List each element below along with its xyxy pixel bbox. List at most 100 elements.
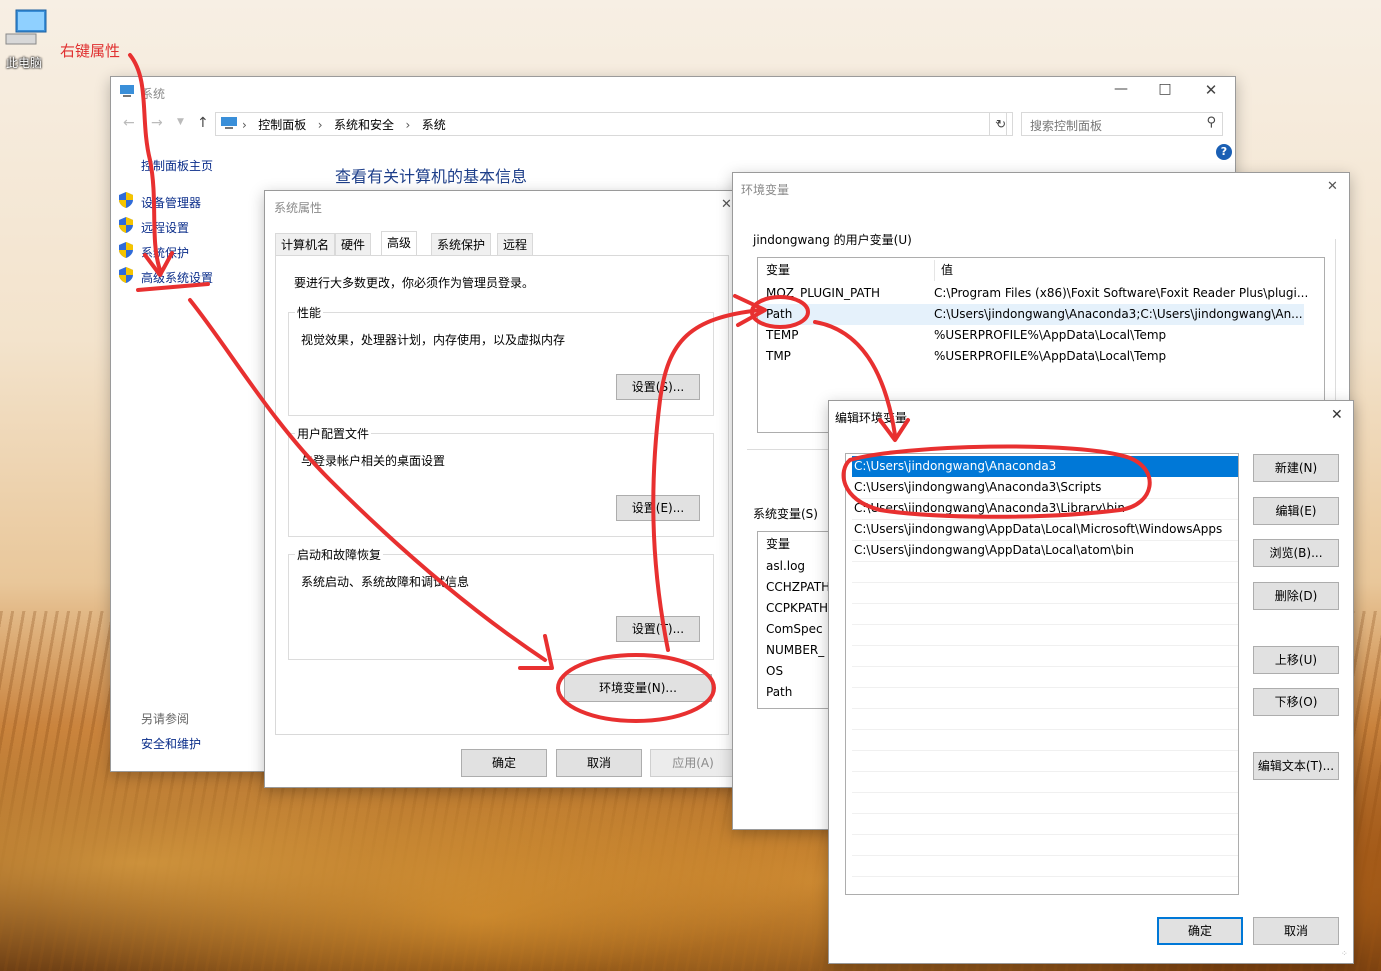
new-button[interactable]: 新建(N) xyxy=(1253,454,1339,482)
shield-icon xyxy=(119,242,133,258)
var-name: TEMP xyxy=(766,328,799,342)
startup-recovery-settings-button[interactable]: 设置(T)... xyxy=(616,616,700,642)
sidebar-item-label: 远程设置 xyxy=(141,221,190,235)
see-also-security-link[interactable]: 安全和维护 xyxy=(141,735,201,752)
list-item-empty[interactable] xyxy=(852,561,1238,583)
user-profile-title: 用户配置文件 xyxy=(295,425,372,442)
system-properties-title: 系统属性 xyxy=(274,201,323,215)
user-profile-settings-button[interactable]: 设置(E)... xyxy=(616,495,700,521)
see-also-heading: 另请参阅 xyxy=(141,712,190,726)
close-button[interactable]: ✕ xyxy=(1201,81,1221,101)
list-item-empty[interactable] xyxy=(852,708,1238,730)
table-row[interactable]: Path C:\Users\jindongwang\Anaconda3;C:\U… xyxy=(758,304,1304,325)
minimize-button[interactable]: — xyxy=(1111,81,1131,101)
recent-dropdown-icon[interactable]: ▼ xyxy=(177,117,184,127)
user-vars-title: jindongwang 的用户变量(U) xyxy=(753,231,912,248)
list-item-empty[interactable] xyxy=(852,645,1238,667)
refresh-button[interactable]: ↻ xyxy=(989,112,1013,136)
table-row[interactable]: TMP %USERPROFILE%\AppData\Local\Temp xyxy=(758,346,1324,367)
var-name: Path xyxy=(766,307,793,321)
annotation-right-click: 右键属性 xyxy=(60,42,121,60)
cancel-button[interactable]: 取消 xyxy=(1253,917,1339,945)
list-item-empty[interactable] xyxy=(852,834,1238,856)
var-name: MOZ_PLUGIN_PATH xyxy=(766,286,881,300)
back-icon[interactable]: ← xyxy=(123,115,135,131)
list-item[interactable]: C:\Users\jindongwang\AppData\Local\Micro… xyxy=(852,519,1238,541)
column-header-value[interactable]: 值 xyxy=(934,260,953,281)
list-item-empty[interactable] xyxy=(852,750,1238,772)
move-up-button[interactable]: 上移(U) xyxy=(1253,646,1339,674)
sidebar-home[interactable]: 控制面板主页 xyxy=(141,157,213,174)
performance-desc: 视觉效果，处理器计划，内存使用，以及虚拟内存 xyxy=(301,333,566,347)
breadcrumb-system[interactable]: 系统 xyxy=(422,118,446,132)
list-item-empty[interactable] xyxy=(852,624,1238,646)
tab-system-protection[interactable]: 系统保护 xyxy=(431,233,492,256)
list-item-empty[interactable] xyxy=(852,813,1238,835)
ok-button[interactable]: 确定 xyxy=(1157,917,1243,945)
sidebar-item-label: 系统保护 xyxy=(141,246,190,260)
performance-title: 性能 xyxy=(295,304,324,321)
list-item-empty[interactable] xyxy=(852,603,1238,625)
this-pc-desktop-icon[interactable]: 此电脑 xyxy=(2,8,50,72)
help-icon[interactable]: ? xyxy=(1216,144,1232,160)
tab-hardware[interactable]: 硬件 xyxy=(335,233,372,256)
search-input[interactable]: 搜索控制面板 xyxy=(1030,117,1102,134)
tab-remote[interactable]: 远程 xyxy=(497,233,534,256)
list-item-empty[interactable] xyxy=(852,792,1238,814)
list-header: 变量 值 xyxy=(758,260,1324,281)
search-icon[interactable]: ⚲ xyxy=(1206,115,1216,130)
ok-button[interactable]: 确定 xyxy=(461,749,547,777)
edit-env-title: 编辑环境变量 xyxy=(835,411,908,425)
breadcrumb-control-panel[interactable]: 控制面板 xyxy=(258,118,306,132)
list-item-empty[interactable] xyxy=(852,687,1238,709)
close-icon[interactable]: ✕ xyxy=(721,197,732,212)
maximize-button[interactable]: □ xyxy=(1155,81,1175,101)
apply-button[interactable]: 应用(A) xyxy=(650,749,736,777)
browse-button[interactable]: 浏览(B)... xyxy=(1253,539,1339,567)
cancel-button[interactable]: 取消 xyxy=(556,749,642,777)
list-item-empty[interactable] xyxy=(852,582,1238,604)
table-row[interactable]: TEMP %USERPROFILE%\AppData\Local\Temp xyxy=(758,325,1324,346)
list-item-empty[interactable] xyxy=(852,729,1238,751)
list-item[interactable]: C:\Users\jindongwang\Anaconda3\Scripts xyxy=(852,477,1238,499)
edit-env-variable-dialog: 编辑环境变量 ✕ C:\Users\jindongwang\Anaconda3 … xyxy=(828,400,1354,964)
computer-icon xyxy=(5,9,47,45)
table-row[interactable]: MOZ_PLUGIN_PATH C:\Program Files (x86)\F… xyxy=(758,283,1324,304)
performance-group: 性能 视觉效果，处理器计划，内存使用，以及虚拟内存 设置(S)... xyxy=(288,304,714,416)
forward-icon[interactable]: → xyxy=(151,115,163,131)
breadcrumb-system-security[interactable]: 系统和安全 xyxy=(334,118,394,132)
startup-recovery-desc: 系统启动、系统故障和调试信息 xyxy=(301,575,470,589)
close-icon[interactable]: ✕ xyxy=(1327,179,1338,194)
var-value: C:\Users\jindongwang\Anaconda3;C:\Users\… xyxy=(934,307,1303,321)
close-icon[interactable]: ✕ xyxy=(1331,407,1343,423)
path-entries-list[interactable]: C:\Users\jindongwang\Anaconda3 C:\Users\… xyxy=(845,453,1239,895)
edit-text-button[interactable]: 编辑文本(T)... xyxy=(1253,752,1339,780)
startup-recovery-group: 启动和故障恢复 系统启动、系统故障和调试信息 设置(T)... xyxy=(288,546,714,660)
this-pc-label: 此电脑 xyxy=(6,56,43,70)
performance-settings-button[interactable]: 设置(S)... xyxy=(616,374,700,400)
shield-icon xyxy=(119,192,133,208)
list-item[interactable]: C:\Users\jindongwang\Anaconda3 xyxy=(852,456,1238,477)
list-item-empty[interactable] xyxy=(852,666,1238,688)
resize-grip-icon[interactable]: ⁘ xyxy=(1341,949,1348,958)
tab-panel: 要进行大多数更改，你必须作为管理员登录。 性能 视觉效果，处理器计划，内存使用，… xyxy=(275,255,729,735)
breadcrumb-sep: › xyxy=(397,118,418,132)
list-item-empty[interactable] xyxy=(852,855,1238,877)
search-box[interactable]: 搜索控制面板 ⚲ xyxy=(1021,112,1223,136)
user-profile-desc: 与登录帐户相关的桌面设置 xyxy=(301,454,446,468)
address-bar[interactable]: › 控制面板 › 系统和安全 › 系统 ⌄ xyxy=(215,112,1007,136)
list-item-empty[interactable] xyxy=(852,771,1238,793)
tab-advanced[interactable]: 高级 xyxy=(381,231,418,256)
up-icon[interactable]: ↑ xyxy=(197,115,209,131)
list-item[interactable]: C:\Users\jindongwang\Anaconda3\Library\b… xyxy=(852,498,1238,520)
breadcrumb-sep: › xyxy=(310,118,331,132)
move-down-button[interactable]: 下移(O) xyxy=(1253,688,1339,716)
var-value: %USERPROFILE%\AppData\Local\Temp xyxy=(934,328,1167,342)
environment-variables-button[interactable]: 环境变量(N)... xyxy=(564,674,712,702)
tab-computer-name[interactable]: 计算机名 xyxy=(275,233,336,256)
column-header-variable[interactable]: 变量 xyxy=(766,260,790,281)
breadcrumb: › 控制面板 › 系统和安全 › 系统 xyxy=(242,116,446,133)
delete-button[interactable]: 删除(D) xyxy=(1253,582,1339,610)
list-item[interactable]: C:\Users\jindongwang\AppData\Local\atom\… xyxy=(852,540,1238,562)
edit-button[interactable]: 编辑(E) xyxy=(1253,497,1339,525)
